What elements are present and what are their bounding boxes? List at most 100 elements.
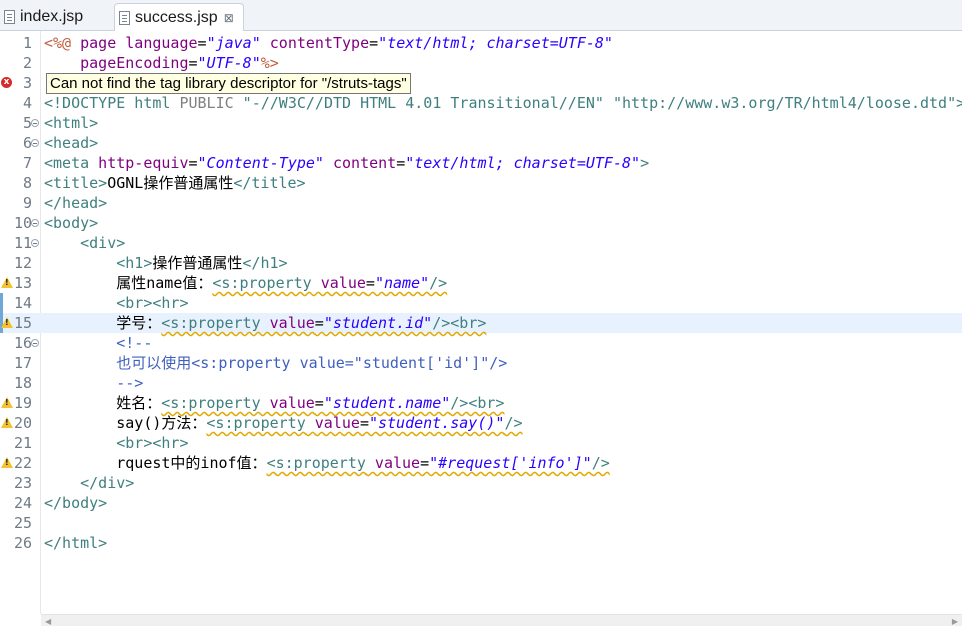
line-number: 15: [13, 314, 32, 332]
fold-toggle-icon[interactable]: [31, 239, 39, 247]
change-indicator: [0, 293, 3, 313]
code-editor[interactable]: 1 <%@ page language="java" contentType="…: [0, 31, 962, 614]
code-text: 也可以使用<s:property value="student['id']"/>: [44, 354, 508, 372]
line-number: 13: [13, 274, 32, 292]
line-number: 19: [13, 394, 32, 412]
code-text: say()方法：<s:property value="student.say()…: [116, 414, 523, 432]
code-text: 学号：<s:property value="student.id"/><br>: [116, 314, 487, 332]
code-line: 21 <br><hr>: [0, 433, 962, 453]
code-line: 7 <meta http-equiv="Content-Type" conten…: [0, 153, 962, 173]
line-number: 26: [13, 534, 32, 552]
code-line: 8 <title>OGNL操作普通属性</title>: [0, 173, 962, 193]
code-line: 20 say()方法：<s:property value="student.sa…: [0, 413, 962, 433]
code-line: 25: [0, 513, 962, 533]
tab-label: success.jsp: [135, 9, 218, 26]
code-line: 6 <head>: [0, 133, 962, 153]
line-number: 17: [13, 354, 32, 372]
code-text: <html>: [44, 114, 99, 132]
code-line: 10 <body>: [0, 213, 962, 233]
line-number: 3: [22, 74, 32, 92]
horizontal-scrollbar[interactable]: ◀ ▶: [41, 614, 962, 626]
scroll-left-icon[interactable]: ◀: [45, 617, 51, 626]
code-text: <%@ page language="java" contentType="te…: [44, 34, 613, 52]
code-text: <head>: [44, 134, 99, 152]
code-line: 11 <div>: [0, 233, 962, 253]
code-text: rquest中的inof值：<s:property value="#reques…: [116, 454, 610, 472]
editor-tab-bar: index.jsp success.jsp ⊠: [0, 0, 962, 32]
line-number: 20: [13, 414, 32, 432]
code-line: 18 -->: [0, 373, 962, 393]
line-number: 25: [13, 514, 32, 532]
tab-label: index.jsp: [20, 8, 84, 25]
warning-marker-icon[interactable]: [1, 397, 13, 408]
warning-marker-icon[interactable]: [1, 317, 13, 328]
code-line-current: 15 学号：<s:property value="student.id"/><b…: [0, 313, 962, 333]
code-line: 17 也可以使用<s:property value="student['id']…: [0, 353, 962, 373]
error-marker-icon[interactable]: x: [1, 77, 12, 88]
code-line: 22 rquest中的inof值：<s:property value="#req…: [0, 453, 962, 473]
line-number: 2: [22, 54, 32, 72]
code-line: 13 属性name值：<s:property value="name"/>: [0, 273, 962, 293]
line-number: 1: [22, 34, 32, 52]
code-line: 23 </div>: [0, 473, 962, 493]
line-number: 12: [13, 254, 32, 272]
code-text: <br><hr>: [44, 434, 189, 452]
line-number: 16: [13, 334, 32, 352]
code-text: 属性name值：<s:property value="name"/>: [116, 274, 448, 292]
tab-index-jsp[interactable]: index.jsp: [0, 3, 110, 31]
warning-marker-icon[interactable]: [1, 277, 13, 288]
line-number: 9: [22, 194, 32, 212]
code-line: 2 pageEncoding="UTF-8"%>: [0, 53, 962, 73]
code-text: </head>: [44, 194, 108, 212]
code-line: 9 </head>: [0, 193, 962, 213]
code-line: 12 <h1>操作普通属性</h1>: [0, 253, 962, 273]
jsp-file-icon: [4, 10, 15, 24]
line-number: 24: [13, 494, 32, 512]
scroll-right-icon[interactable]: ▶: [952, 617, 958, 626]
warning-marker-icon[interactable]: [1, 457, 13, 468]
code-text: <body>: [44, 214, 99, 232]
error-tooltip: Can not find the tag library descriptor …: [46, 73, 411, 94]
line-number: 11: [13, 234, 32, 252]
warning-marker-icon[interactable]: [1, 417, 13, 428]
code-text: <div>: [44, 234, 126, 252]
line-number: 18: [13, 374, 32, 392]
code-text: 姓名：<s:property value="student.name"/><br…: [116, 394, 505, 412]
line-number: 23: [13, 474, 32, 492]
tab-success-jsp[interactable]: success.jsp ⊠: [114, 3, 244, 32]
line-number: 21: [13, 434, 32, 452]
line-number: 7: [22, 154, 32, 172]
code-text: <h1>操作普通属性</h1>: [116, 254, 288, 272]
fold-toggle-icon[interactable]: [31, 339, 39, 347]
fold-toggle-icon[interactable]: [31, 139, 39, 147]
code-line: 19 姓名：<s:property value="student.name"/>…: [0, 393, 962, 413]
code-line: 24 </body>: [0, 493, 962, 513]
code-text: <title>OGNL操作普通属性</title>: [44, 174, 306, 192]
code-text: </body>: [44, 494, 108, 512]
line-number: 10: [13, 214, 32, 232]
code-text: -->: [44, 374, 144, 392]
line-number: 14: [13, 294, 32, 312]
close-tab-icon[interactable]: ⊠: [224, 11, 234, 25]
code-line: 26 </html>: [0, 533, 962, 553]
fold-toggle-icon[interactable]: [31, 219, 39, 227]
line-number: 5: [22, 114, 32, 132]
fold-toggle-icon[interactable]: [31, 119, 39, 127]
code-text: <!DOCTYPE html PUBLIC "-//W3C//DTD HTML …: [44, 94, 962, 112]
line-number: 8: [22, 174, 32, 192]
code-line: 14 <br><hr>: [0, 293, 962, 313]
line-number: 6: [22, 134, 32, 152]
code-text: </div>: [44, 474, 135, 492]
code-line: 1 <%@ page language="java" contentType="…: [0, 33, 962, 53]
code-text: <meta http-equiv="Content-Type" content=…: [44, 154, 650, 172]
code-text: <!--: [44, 334, 153, 352]
code-text: <br><hr>: [44, 294, 189, 312]
code-line: 16 <!--: [0, 333, 962, 353]
line-number: 4: [22, 94, 32, 112]
code-text: </html>: [44, 534, 108, 552]
line-number: 22: [13, 454, 32, 472]
code-line: 5 <html>: [0, 113, 962, 133]
code-line: 4 <!DOCTYPE html PUBLIC "-//W3C//DTD HTM…: [0, 93, 962, 113]
jsp-file-icon: [119, 11, 130, 25]
code-text: pageEncoding="UTF-8"%>: [44, 54, 279, 72]
